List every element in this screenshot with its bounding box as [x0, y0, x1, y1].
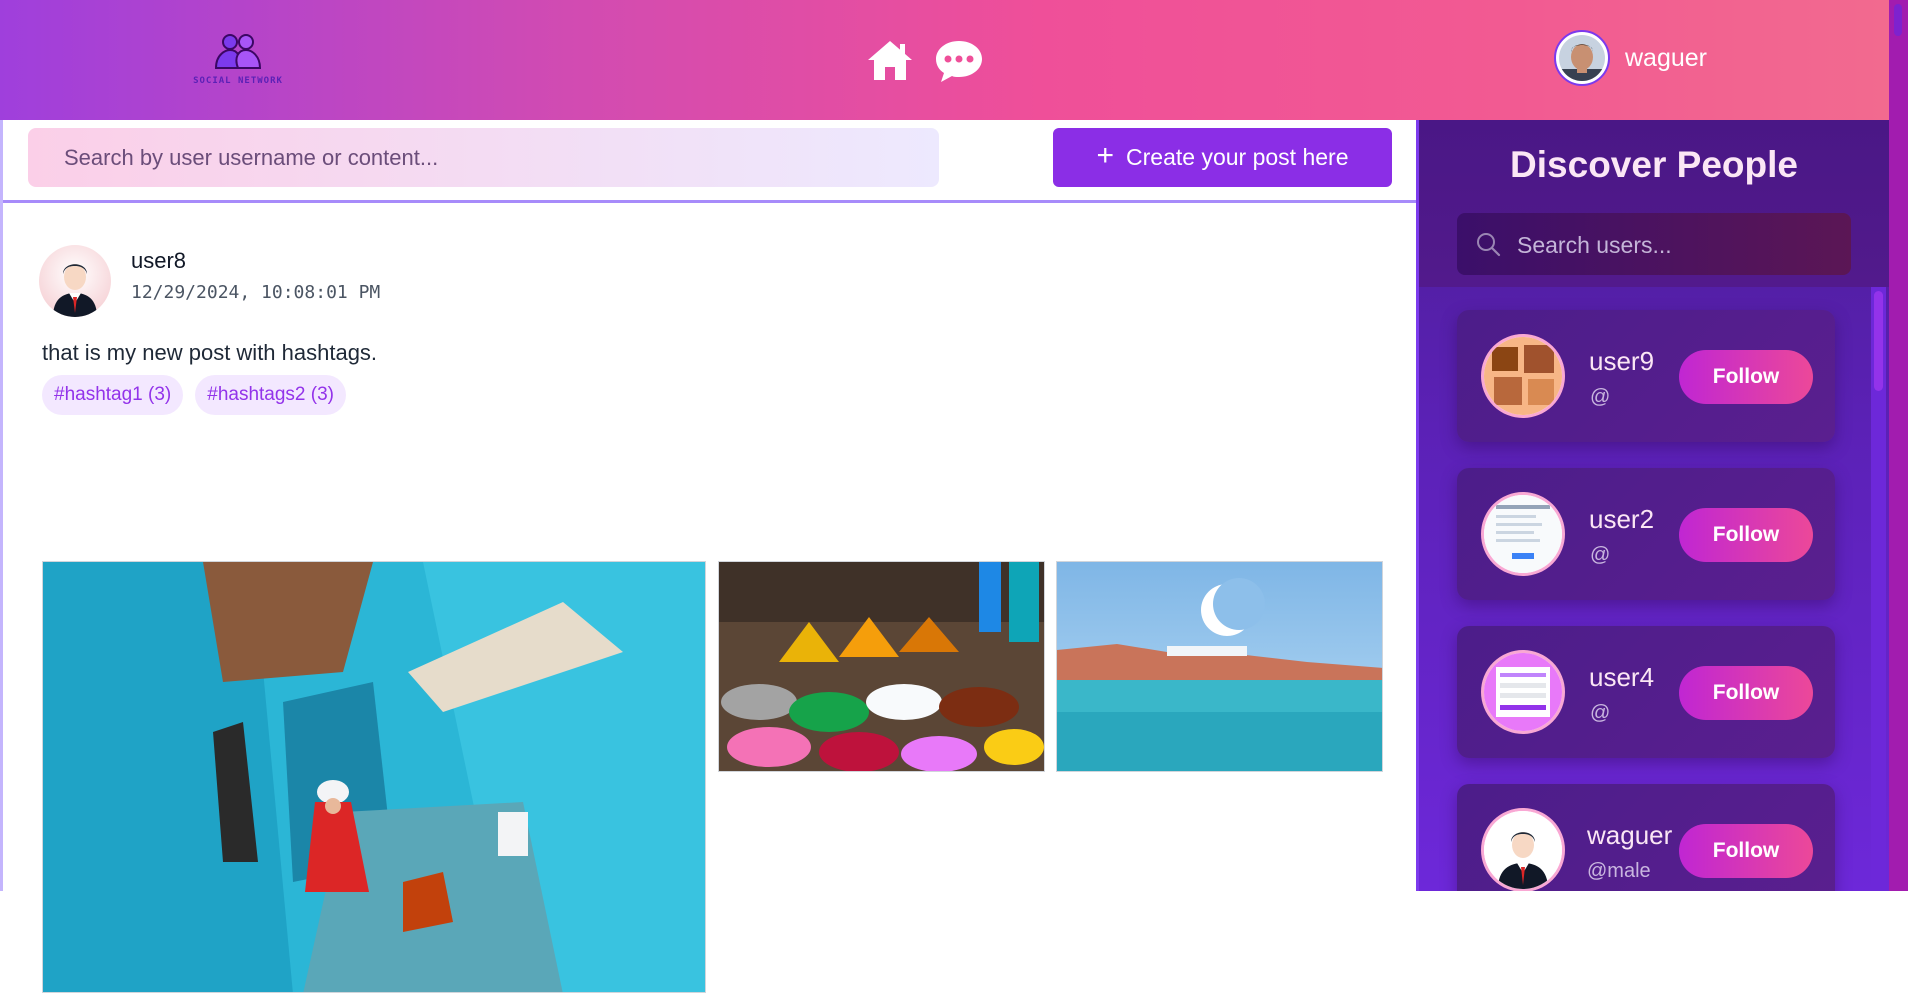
user-name[interactable]: user4 — [1589, 662, 1654, 693]
user-suggestion-list: user9 @ Follow user2 @ Follow user4 @ Fo… — [1419, 287, 1869, 891]
create-post-button[interactable]: + Create your post here — [1053, 128, 1392, 187]
user-card: waguer @male Follow — [1457, 784, 1835, 891]
user-name[interactable]: user2 — [1589, 504, 1654, 535]
post-timestamp: 12/29/2024, 10:08:01 PM — [131, 282, 381, 303]
user-handle: @ — [1590, 702, 1611, 724]
current-user-avatar[interactable] — [1554, 30, 1610, 86]
discover-header: Discover People — [1419, 120, 1889, 287]
follow-button[interactable]: Follow — [1679, 350, 1813, 404]
user-name[interactable]: waguer — [1587, 820, 1672, 851]
current-user-name[interactable]: waguer — [1625, 44, 1707, 73]
user-avatar[interactable] — [1481, 808, 1565, 891]
user-avatar[interactable] — [1481, 492, 1565, 576]
search-icon — [1477, 233, 1501, 257]
user-card: user2 @ Follow — [1457, 468, 1835, 600]
user-card: user4 @ Follow — [1457, 626, 1835, 758]
user-avatar[interactable] — [1481, 334, 1565, 418]
user-search-box[interactable] — [1457, 213, 1851, 277]
hashtag-list: #hashtag1 (3) #hashtags2 (3) — [42, 375, 346, 415]
user-handle: @ — [1590, 386, 1611, 408]
post-image-coastal-town[interactable] — [1056, 561, 1383, 772]
home-icon[interactable] — [866, 38, 914, 82]
user-card: user9 @ Follow — [1457, 310, 1835, 442]
sidebar-scrollbar-thumb[interactable] — [1874, 291, 1883, 391]
logo-text: SOCIAL NETWORK — [193, 76, 283, 86]
feed-search-input[interactable] — [28, 128, 939, 187]
post-author-avatar[interactable] — [39, 245, 111, 317]
user-handle: @ — [1590, 544, 1611, 566]
post-content: that is my new post with hashtags. — [42, 340, 378, 365]
hashtag-chip[interactable]: #hashtag1 (3) — [42, 375, 184, 415]
top-header: SOCIAL NETWORK waguer — [0, 0, 1889, 120]
post-image-blue-alley[interactable] — [42, 561, 706, 993]
user-avatar[interactable] — [1481, 650, 1565, 734]
sidebar-scrollbar[interactable] — [1871, 287, 1886, 891]
feed-area: + Create your post here user8 12/29/2024… — [0, 120, 1416, 993]
follow-button[interactable]: Follow — [1679, 508, 1813, 562]
create-post-label: Create your post here — [1126, 144, 1349, 170]
logo-people-icon — [214, 34, 262, 69]
feed-toolbar: + Create your post here — [3, 120, 1416, 203]
discover-title: Discover People — [1510, 144, 1798, 185]
follow-button[interactable]: Follow — [1679, 666, 1813, 720]
chat-icon[interactable] — [934, 38, 984, 84]
post-image-spice-market[interactable] — [718, 561, 1045, 772]
user-handle: @male — [1587, 860, 1651, 882]
page-scrollbar[interactable] — [1889, 0, 1908, 891]
page-scrollbar-thumb[interactable] — [1894, 4, 1902, 36]
discover-sidebar: Discover People user9 @ Follow — [1416, 120, 1889, 891]
follow-button[interactable]: Follow — [1679, 824, 1813, 878]
user-name[interactable]: user9 — [1589, 346, 1654, 377]
user-search-input[interactable] — [1515, 213, 1839, 277]
app-logo[interactable]: SOCIAL NETWORK — [180, 32, 296, 90]
post-author-name[interactable]: user8 — [131, 248, 186, 274]
hashtag-chip[interactable]: #hashtags2 (3) — [195, 375, 346, 415]
plus-icon: + — [1096, 138, 1115, 172]
